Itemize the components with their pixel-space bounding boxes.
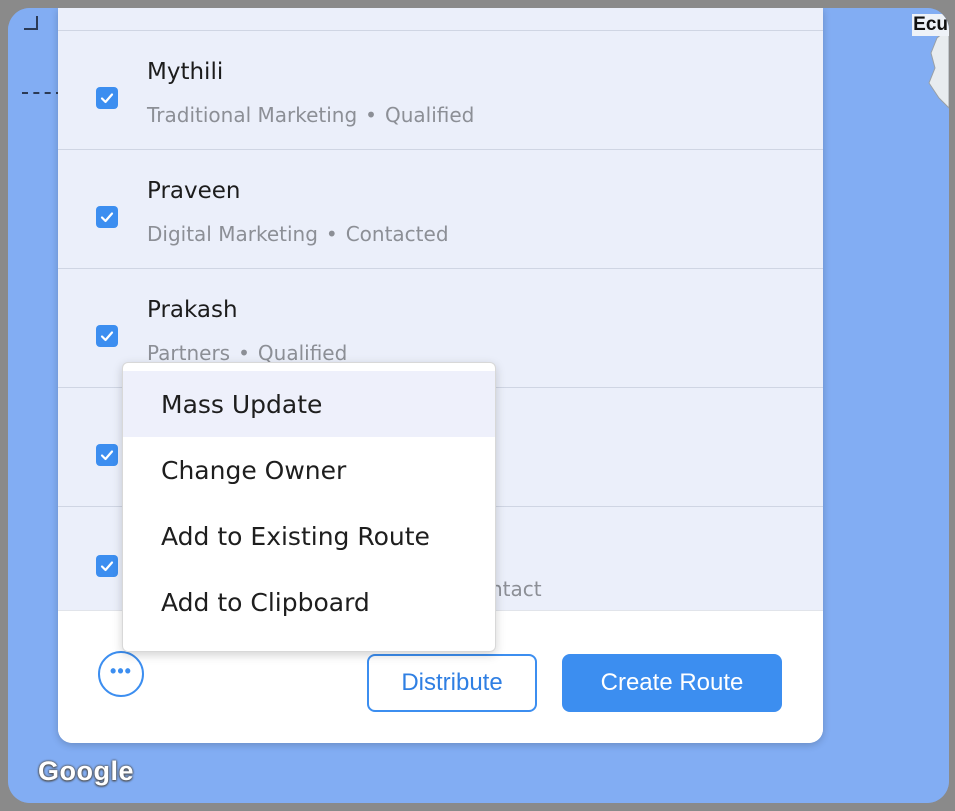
map-border-line <box>24 16 38 30</box>
map-country-label: Ecu <box>912 14 949 36</box>
context-menu: Mass Update Change Owner Add to Existing… <box>122 362 496 652</box>
separator-dot: • <box>365 103 377 127</box>
lead-name: Prakash <box>147 297 238 323</box>
lead-details: Traditional Marketing • Qualified <box>147 103 474 127</box>
ellipsis-icon: ••• <box>110 661 132 681</box>
lead-checkbox[interactable] <box>96 87 118 109</box>
lead-checkbox[interactable] <box>96 325 118 347</box>
lead-status: Contacted <box>345 222 449 246</box>
checkmark-icon <box>100 212 114 223</box>
lead-name: Mythili <box>147 59 224 85</box>
lead-checkbox[interactable] <box>96 206 118 228</box>
lead-status: ntact <box>490 577 542 601</box>
menu-item-add-to-existing-route[interactable]: Add to Existing Route <box>123 503 495 569</box>
map-border-dashed <box>22 92 62 94</box>
google-logo: Google <box>38 756 134 786</box>
lead-name: Praveen <box>147 178 241 204</box>
lead-status: Qualified <box>384 103 475 127</box>
app-window: Ecu Mythili Traditional Marketing • Qualif… <box>8 8 949 803</box>
separator-dot: • <box>325 222 338 246</box>
checkmark-icon <box>100 450 114 461</box>
lead-checkbox[interactable] <box>96 444 118 466</box>
checkmark-icon <box>100 93 114 104</box>
list-item[interactable]: Praveen Digital Marketing • Contacted <box>58 149 823 268</box>
more-options-button[interactable]: ••• <box>98 651 144 697</box>
checkmark-icon <box>100 331 114 342</box>
distribute-button[interactable]: Distribute <box>367 654 537 712</box>
checkmark-icon <box>100 561 114 572</box>
menu-item-mass-update[interactable]: Mass Update <box>123 371 495 437</box>
lead-details: Digital Marketing • Contacted <box>147 222 449 246</box>
lead-source: Digital Marketing <box>147 222 318 246</box>
lead-checkbox[interactable] <box>96 555 118 577</box>
menu-item-add-to-clipboard[interactable]: Add to Clipboard <box>123 569 495 635</box>
lead-source: Traditional Marketing <box>147 103 358 127</box>
create-route-button[interactable]: Create Route <box>562 654 782 712</box>
menu-item-change-owner[interactable]: Change Owner <box>123 437 495 503</box>
list-item[interactable]: Mythili Traditional Marketing • Qualified <box>58 30 823 149</box>
